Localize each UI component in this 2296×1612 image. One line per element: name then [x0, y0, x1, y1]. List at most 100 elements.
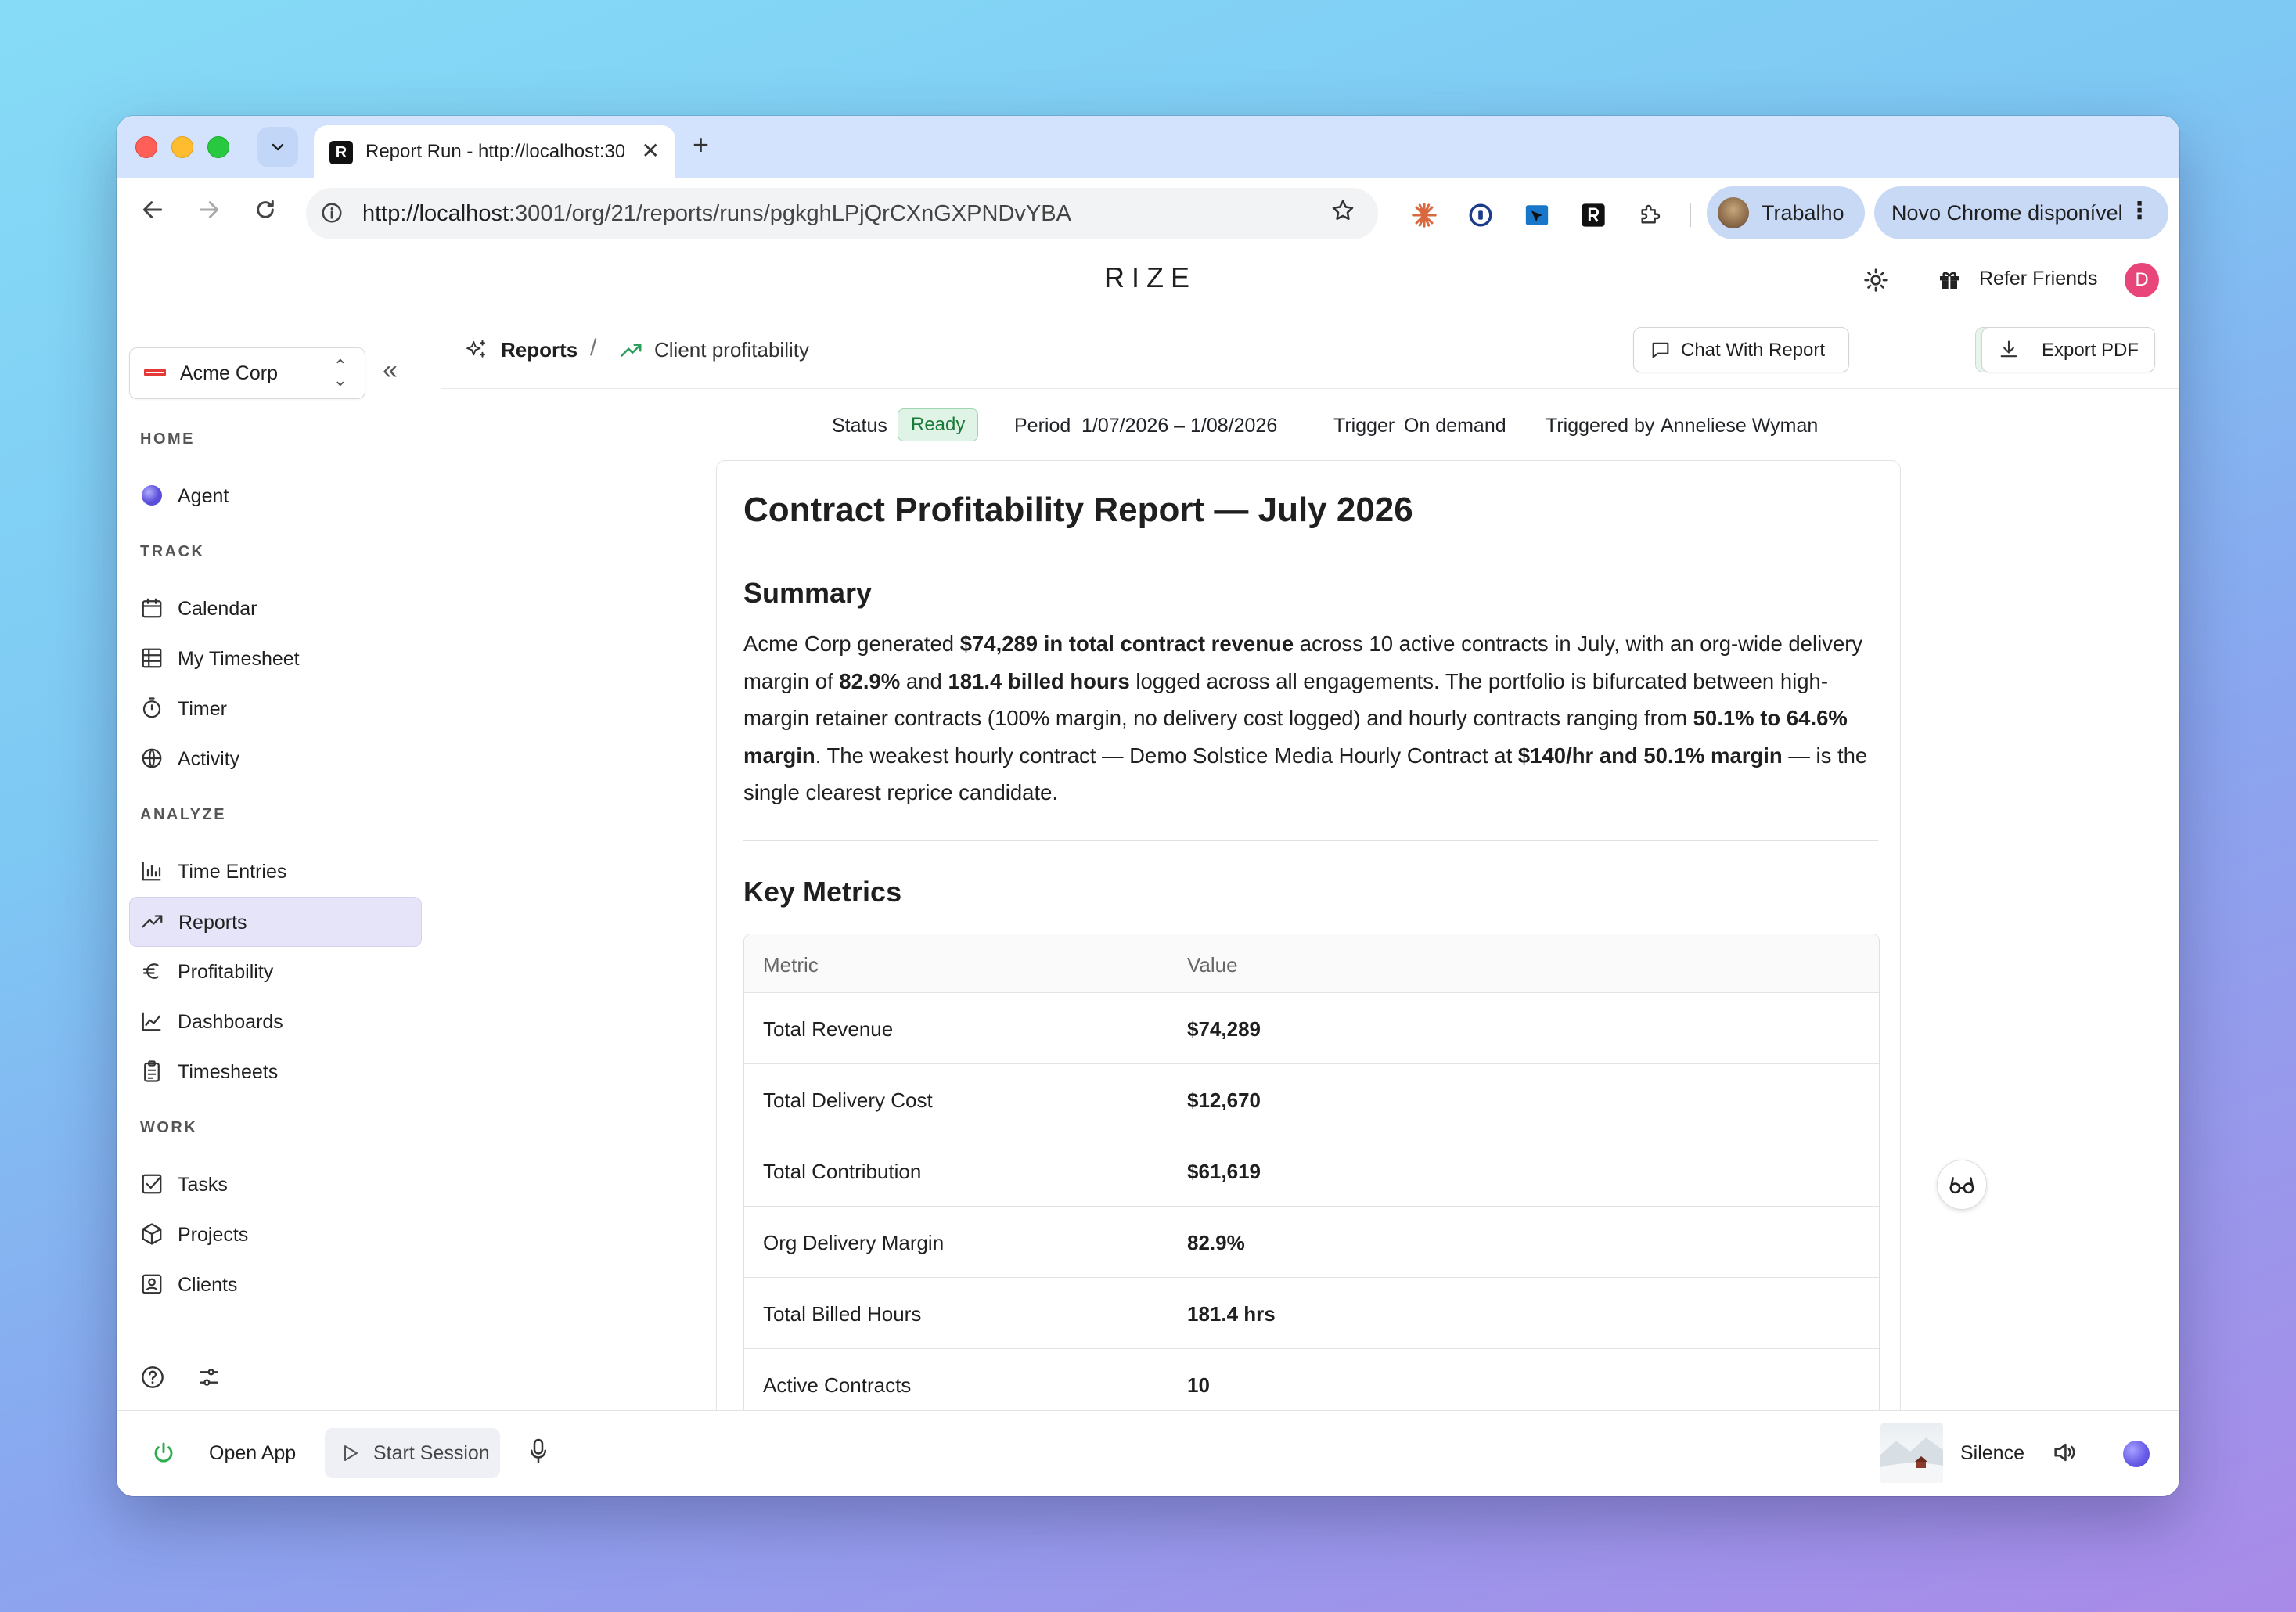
- table-row: Total Contribution $61,619: [744, 1135, 1879, 1207]
- site-info-icon[interactable]: [320, 201, 344, 225]
- browser-toolbar: http://localhost:3001/org/21/reports/run…: [117, 178, 2179, 251]
- sidebar-item-projects[interactable]: Projects: [129, 1210, 420, 1258]
- settings-sliders-icon[interactable]: [196, 1365, 221, 1390]
- sidebar-item-label: Timesheets: [178, 1061, 279, 1083]
- chevron-up-down-icon: ⌃ ⌄: [333, 356, 347, 390]
- url-text[interactable]: http://localhost:3001/org/21/reports/run…: [362, 201, 1071, 227]
- reload-button[interactable]: [253, 197, 278, 228]
- extensions-button[interactable]: [1635, 200, 1664, 230]
- browser-tab-active[interactable]: R Report Run - http://localhost:3001/org…: [314, 125, 675, 178]
- close-window-button[interactable]: [135, 136, 157, 158]
- sidebar: Acme Corp ⌃ ⌄ « HOME Agent TRACK Calendar…: [117, 310, 441, 1410]
- sidebar-item-profitability[interactable]: Profitability: [129, 947, 420, 995]
- acme-logo-icon: [144, 369, 166, 376]
- org-switcher[interactable]: Acme Corp ⌃ ⌄: [129, 347, 365, 399]
- sidebar-item-label: Projects: [178, 1224, 249, 1246]
- key-metrics-table: Metric Value Total Revenue $74,289 Total…: [743, 934, 1880, 1410]
- claude-extension-icon[interactable]: [1409, 200, 1439, 230]
- refer-friends-link[interactable]: Refer Friends: [1979, 268, 2097, 290]
- metric-cell: Total Revenue: [763, 1017, 894, 1041]
- checkbox-icon: [142, 1174, 162, 1194]
- address-bar[interactable]: http://localhost:3001/org/21/reports/run…: [306, 188, 1378, 239]
- start-session-button[interactable]: Start Session: [325, 1428, 500, 1478]
- zoom-window-button[interactable]: [207, 136, 229, 158]
- password-extension-icon[interactable]: [1466, 200, 1495, 230]
- sidebar-item-label: My Timesheet: [178, 648, 300, 670]
- user-avatar[interactable]: D: [2125, 263, 2159, 297]
- value-cell: $61,619: [1187, 1160, 1261, 1183]
- play-icon: [344, 1445, 358, 1461]
- sidebar-item-dashboards[interactable]: Dashboards: [129, 997, 420, 1045]
- sidebar-item-label: Tasks: [178, 1174, 228, 1196]
- tab-strip: R Report Run - http://localhost:3001/org…: [117, 116, 2179, 178]
- metric-cell: Org Delivery Margin: [763, 1231, 945, 1254]
- metric-cell: Total Contribution: [763, 1160, 922, 1183]
- sidebar-item-label: Activity: [178, 748, 240, 770]
- contact-icon: [142, 1274, 162, 1294]
- reader-mode-button[interactable]: [1937, 1160, 1987, 1210]
- url-path: :3001/org/21/reports/runs/pgkghLPjQrCXnG…: [509, 201, 1071, 226]
- status-badge: Ready: [898, 408, 979, 441]
- speaker-icon[interactable]: [2051, 1439, 2078, 1466]
- globe-icon: [142, 748, 162, 768]
- section-divider: [743, 840, 1878, 841]
- star-icon: [1332, 200, 1354, 221]
- screen-extension-icon[interactable]: [1522, 200, 1552, 230]
- sidebar-item-tasks[interactable]: Tasks: [129, 1160, 420, 1208]
- sidebar-item-clients[interactable]: Clients: [129, 1260, 420, 1308]
- table-icon: [142, 648, 162, 668]
- clipboard-icon: [144, 1060, 160, 1082]
- stopwatch-icon: [142, 697, 161, 718]
- profile-name: Trabalho: [1762, 201, 1844, 225]
- sidebar-item-reports[interactable]: Reports: [129, 897, 422, 947]
- sidebar-item-timer[interactable]: Timer: [129, 684, 420, 732]
- report-title: Contract Profitability Report — July 202…: [743, 491, 1413, 529]
- help-icon[interactable]: [140, 1365, 165, 1390]
- profile-button[interactable]: Trabalho: [1707, 186, 1865, 239]
- value-cell: 181.4 hrs: [1187, 1302, 1276, 1326]
- more-menu-icon[interactable]: ⋮: [2128, 197, 2151, 225]
- chat-with-report-button[interactable]: Chat With Report: [1633, 327, 1849, 372]
- theme-toggle-sun-icon[interactable]: [1863, 268, 1888, 293]
- sidebar-item-time-entries[interactable]: Time Entries: [129, 847, 420, 895]
- section-work: WORK: [140, 1119, 198, 1136]
- power-icon[interactable]: [151, 1441, 176, 1466]
- soundscape-thumbnail[interactable]: [1880, 1423, 1943, 1483]
- trigger-value: On demand: [1404, 415, 1506, 437]
- bookmark-star-icon[interactable]: [1330, 197, 1356, 231]
- export-pdf-button[interactable]: Export PDF: [1981, 327, 2155, 372]
- tab-title: Report Run - http://localhost:3001/org/2…: [365, 141, 624, 162]
- metric-cell: Total Billed Hours: [763, 1302, 922, 1326]
- tab-close-icon[interactable]: ✕: [642, 138, 660, 164]
- tab-search-button[interactable]: [257, 127, 298, 167]
- chrome-update-button[interactable]: Novo Chrome disponível ⋮: [1874, 186, 2168, 239]
- breadcrumb-bar: Reports / Client profitability Chat With…: [441, 310, 2179, 389]
- sidebar-item-calendar[interactable]: Calendar: [129, 584, 420, 632]
- gift-icon[interactable]: [1937, 267, 1962, 292]
- new-tab-button[interactable]: +: [693, 128, 709, 161]
- table-row: Active Contracts 10: [744, 1349, 1879, 1410]
- trigger-label: Trigger: [1333, 415, 1395, 437]
- back-button[interactable]: [140, 197, 165, 228]
- table-row: Total Billed Hours 181.4 hrs: [744, 1278, 1879, 1349]
- trending-up-icon: [621, 344, 642, 357]
- sidebar-item-my-timesheet[interactable]: My Timesheet: [129, 634, 420, 682]
- section-home: HOME: [140, 430, 195, 448]
- sidebar-item-label: Profitability: [178, 961, 274, 983]
- column-header-metric: Metric: [763, 953, 819, 977]
- forward-button[interactable]: [196, 197, 221, 228]
- sidebar-item-label: Agent: [178, 485, 229, 507]
- value-cell: $12,670: [1187, 1088, 1261, 1112]
- sidebar-item-timesheets[interactable]: Timesheets: [129, 1047, 420, 1096]
- rize-extension-icon[interactable]: [1578, 200, 1608, 230]
- collapse-sidebar-button[interactable]: «: [383, 355, 398, 386]
- minimize-window-button[interactable]: [171, 136, 193, 158]
- microphone-icon[interactable]: [527, 1437, 550, 1466]
- sidebar-item-activity[interactable]: Activity: [129, 734, 420, 783]
- agent-orb-button[interactable]: [2123, 1441, 2150, 1467]
- open-app-button[interactable]: Open App: [209, 1442, 296, 1465]
- download-icon: [2000, 340, 2017, 358]
- r-logo-icon: [1582, 203, 1605, 227]
- sidebar-item-agent[interactable]: Agent: [129, 471, 420, 520]
- breadcrumb-reports[interactable]: Reports: [501, 338, 578, 362]
